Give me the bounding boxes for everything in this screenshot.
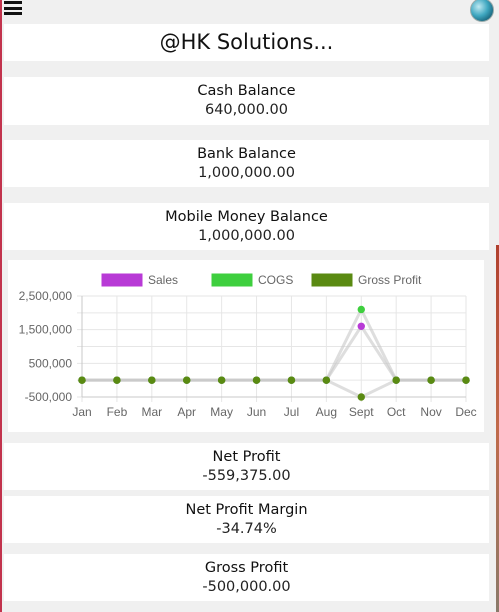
chart-series-line bbox=[82, 323, 466, 382]
menu-bar-line bbox=[4, 12, 22, 15]
net-profit-label: Net Profit bbox=[212, 449, 281, 465]
gross-profit-label: Gross Profit bbox=[204, 560, 289, 576]
chart-data-point bbox=[252, 376, 261, 384]
monthly-chart-card: 2,500,000 1,500,000 500,000 -500,000 Jan Feb M… bbox=[8, 260, 484, 432]
chart-data-point bbox=[357, 322, 365, 331]
chart-x-tick-label: Sept bbox=[349, 405, 374, 419]
chart-data-point bbox=[427, 376, 435, 384]
title-card: @HK Solutions... bbox=[4, 24, 489, 61]
chart-data-point bbox=[217, 376, 226, 384]
chart-data-point bbox=[183, 376, 191, 384]
chart-x-tick-label: Jul bbox=[284, 405, 299, 419]
net-profit-margin-label: Net Profit Margin bbox=[185, 502, 308, 518]
mobile-money-balance-label: Mobile Money Balance bbox=[165, 209, 328, 225]
chart-legend-label: Gross Profit bbox=[358, 273, 422, 287]
chart-x-tick-label: Dec bbox=[455, 405, 476, 419]
chart-legend-label: Sales bbox=[148, 273, 178, 287]
monthly-line-chart: 2,500,000 1,500,000 500,000 -500,000Jan Feb M… bbox=[19, 273, 477, 419]
chart-legend-swatch bbox=[311, 273, 353, 287]
gross-profit-card: Gross Profit -500,000.00 bbox=[4, 554, 489, 601]
menu-bar-line bbox=[4, 6, 22, 10]
chart-data-point bbox=[78, 376, 86, 384]
mobile-money-balance-value: 1,000,000.00 bbox=[198, 228, 295, 244]
chart-y-tick-label: 2,500,000 bbox=[19, 289, 73, 303]
chart-data-point bbox=[392, 376, 400, 384]
chart-series-line bbox=[82, 306, 466, 382]
net-profit-value: -559,375.00 bbox=[202, 468, 291, 484]
page-title: @HK Solutions... bbox=[159, 30, 334, 54]
gross-profit-value: -500,000.00 bbox=[202, 579, 291, 595]
chart-data-point bbox=[148, 376, 156, 384]
chart-x-tick-label: Apr bbox=[177, 405, 196, 419]
chart-legend-label: COGS bbox=[258, 273, 293, 287]
chart-x-tick-label: Nov bbox=[420, 405, 441, 419]
user-avatar[interactable] bbox=[470, 0, 494, 22]
chart-y-tick-label: 500,000 bbox=[29, 356, 73, 370]
chart-x-tick-label: Jun bbox=[247, 405, 266, 419]
cash-balance-value: 640,000.00 bbox=[204, 102, 289, 118]
chart-x-tick-label: Jan bbox=[72, 405, 91, 419]
hamburger-menu-icon[interactable] bbox=[4, 1, 22, 15]
chart-series-line bbox=[82, 378, 466, 399]
chart-data-point bbox=[357, 305, 365, 314]
net-profit-margin-value: -34.74% bbox=[216, 521, 277, 537]
chart-x-tick-label: Oct bbox=[387, 405, 406, 419]
chart-x-tick-label: Mar bbox=[141, 405, 162, 419]
chart-legend-swatch bbox=[101, 273, 143, 287]
chart-data-point bbox=[357, 393, 365, 401]
chart-x-tick-label: Feb bbox=[107, 405, 128, 419]
chart-x-tick-label: May bbox=[210, 405, 233, 419]
chart-data-point bbox=[113, 376, 121, 384]
top-bar bbox=[0, 0, 499, 22]
chart-data-point bbox=[287, 376, 296, 384]
net-profit-margin-card: Net Profit Margin -34.74% bbox=[4, 496, 489, 543]
chart-y-tick-label: -500,000 bbox=[25, 390, 73, 404]
chart-y-tick-label: 1,500,000 bbox=[19, 323, 73, 337]
net-profit-card: Net Profit -559,375.00 bbox=[4, 443, 489, 490]
cash-balance-card: Cash Balance 640,000.00 bbox=[4, 77, 489, 125]
bank-balance-card: Bank Balance 1,000,000.00 bbox=[4, 140, 489, 187]
chart-data-point bbox=[322, 376, 331, 384]
chart-x-tick-label: Aug bbox=[316, 405, 337, 419]
chart-legend-swatch bbox=[211, 273, 253, 287]
bank-balance-label: Bank Balance bbox=[197, 146, 296, 162]
menu-bar-line bbox=[4, 1, 22, 4]
chart-data-point bbox=[462, 376, 470, 384]
bank-balance-value: 1,000,000.00 bbox=[198, 165, 295, 181]
mobile-money-balance-card: Mobile Money Balance 1,000,000.00 bbox=[4, 203, 489, 250]
left-frame-border bbox=[0, 0, 2, 612]
cash-balance-label: Cash Balance bbox=[197, 83, 296, 99]
